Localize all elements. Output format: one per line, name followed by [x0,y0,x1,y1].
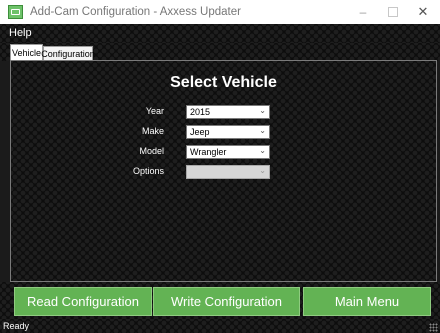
year-row: Year 2015 ⌄ [11,105,436,119]
options-select[interactable]: ⌄ [186,165,270,179]
close-button[interactable]: ✕ [408,0,438,24]
read-configuration-button[interactable]: Read Configuration [14,287,152,316]
make-value: Jeep [190,127,210,137]
model-label: Model [139,146,164,156]
title-bar[interactable]: Add-Cam Configuration - Axxess Updater –… [0,0,440,24]
main-menu-button[interactable]: Main Menu [303,287,431,316]
chevron-down-icon: ⌄ [259,106,266,115]
model-select[interactable]: Wrangler ⌄ [186,145,270,159]
status-text: Ready [3,321,30,331]
window-title: Add-Cam Configuration - Axxess Updater [30,6,241,18]
year-label: Year [145,106,164,116]
resize-grip-icon[interactable] [429,323,438,332]
panel-heading: Select Vehicle [170,74,277,91]
menu-bar: Help [0,24,440,43]
vehicle-panel: Select Vehicle Year 2015 ⌄ Make Jeep ⌄ M… [10,60,437,282]
write-configuration-button[interactable]: Write Configuration [153,287,300,316]
options-row: Options ⌄ [11,165,436,179]
make-label: Make [141,126,164,136]
tab-strip: Vehicle Configuration [0,43,440,61]
make-select[interactable]: Jeep ⌄ [186,125,270,139]
year-select[interactable]: 2015 ⌄ [186,105,270,119]
model-row: Model Wrangler ⌄ [11,145,436,159]
button-bar: Read Configuration Write Configuration M… [0,282,440,319]
minimize-button[interactable]: – [348,0,378,24]
chevron-down-icon: ⌄ [259,126,266,135]
app-icon [8,5,23,19]
maximize-button[interactable] [378,0,408,24]
chevron-down-icon: ⌄ [259,146,266,155]
status-bar: Ready [0,319,440,333]
app-window: Add-Cam Configuration - Axxess Updater –… [0,0,440,333]
year-value: 2015 [190,107,211,117]
tab-configuration[interactable]: Configuration [41,46,95,61]
options-label: Options [132,166,164,176]
model-value: Wrangler [190,147,227,157]
make-row: Make Jeep ⌄ [11,125,436,139]
tab-vehicle[interactable]: Vehicle [10,44,43,61]
chevron-down-icon: ⌄ [259,166,266,175]
maximize-icon [388,7,398,17]
menu-help[interactable]: Help [9,27,32,39]
